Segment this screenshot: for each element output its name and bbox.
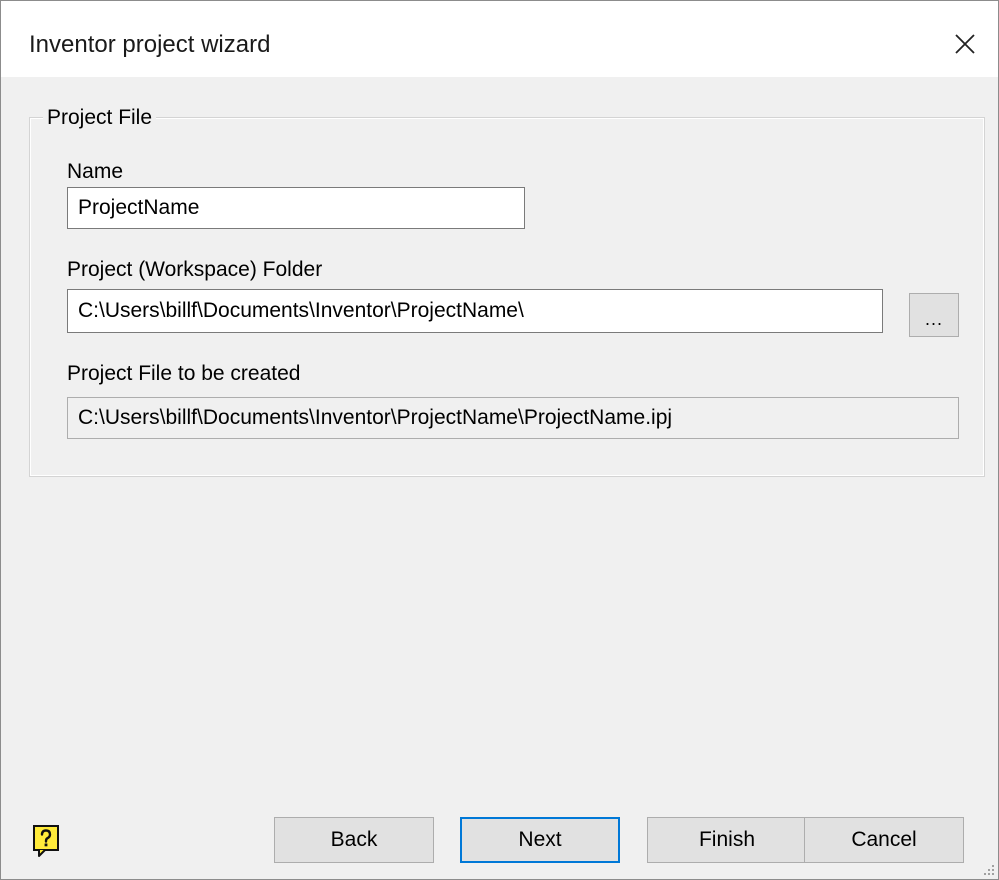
dialog-title: Inventor project wizard (29, 31, 271, 58)
file-label: Project File to be created (67, 362, 301, 385)
name-input[interactable]: ProjectName (67, 187, 525, 229)
cancel-button[interactable]: Cancel (804, 817, 964, 863)
project-file-path: C:\Users\billf\Documents\Inventor\Projec… (67, 397, 959, 439)
back-button[interactable]: Back (274, 817, 434, 863)
finish-button[interactable]: Finish (647, 817, 807, 863)
folder-label: Project (Workspace) Folder (67, 258, 323, 281)
wizard-dialog: Inventor project wizard Project File Nam… (0, 0, 999, 880)
group-legend: Project File (43, 105, 157, 131)
browse-label: ... (924, 309, 943, 329)
help-icon (33, 825, 59, 857)
resize-grip-icon[interactable] (982, 863, 996, 877)
close-button[interactable] (942, 21, 988, 67)
help-button[interactable] (31, 823, 61, 859)
title-bar: Inventor project wizard (1, 1, 998, 77)
browse-button[interactable]: ... (909, 293, 959, 337)
folder-input[interactable]: C:\Users\billf\Documents\Inventor\Projec… (67, 289, 883, 333)
next-button[interactable]: Next (460, 817, 620, 863)
name-label: Name (67, 160, 124, 183)
close-icon (955, 34, 975, 54)
